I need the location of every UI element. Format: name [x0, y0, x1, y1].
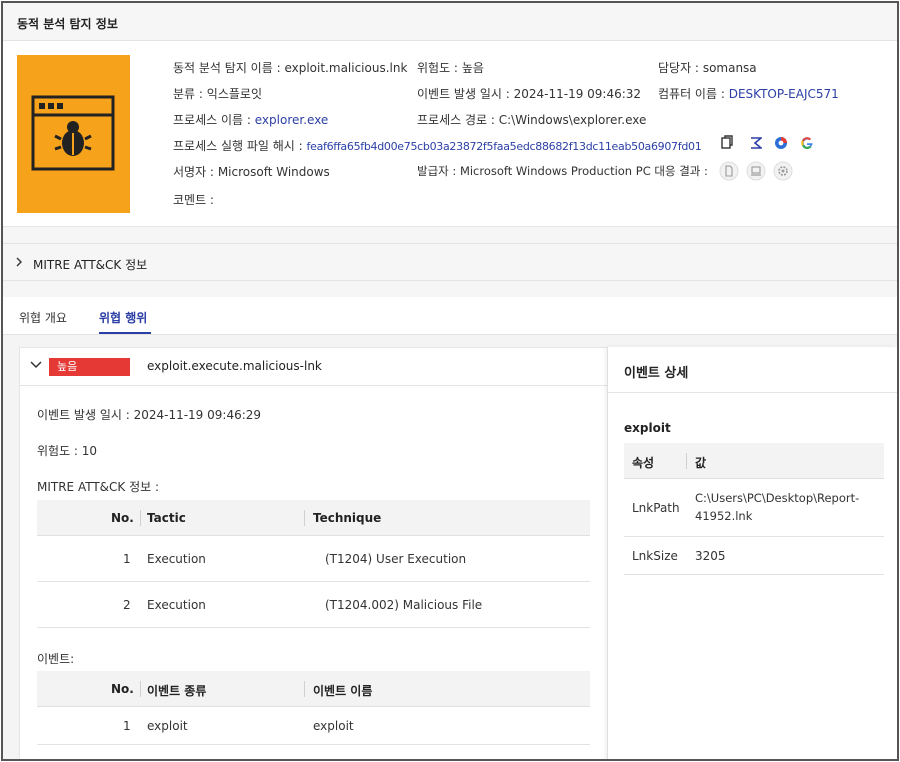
mitre-section-toggle[interactable]: MITRE ATT&CK 정보	[3, 243, 897, 281]
table-row: LnkSize 3205	[624, 537, 884, 575]
gear-icon[interactable]	[773, 161, 793, 181]
bug-window-icon	[31, 95, 115, 171]
page-header: 동적 분석 탐지 정보	[3, 3, 897, 41]
event-time-row: 이벤트 발생 일시 : 2024-11-19 09:46:32	[417, 87, 642, 101]
process-path-value: C:\Windows\explorer.exe	[498, 113, 647, 127]
event-detail-section: exploit	[624, 421, 671, 435]
detection-detail-window: 동적 분석 탐지 정보 동적 분석 탐지 이름 : exploit.malici…	[1, 1, 899, 761]
owner-value: somansa	[702, 61, 757, 75]
detection-thumbnail	[17, 55, 130, 213]
risk-badge: 높음	[49, 358, 130, 376]
process-path-row: 프로세스 경로 : C:\Windows\explorer.exe	[417, 113, 647, 127]
chevron-right-icon	[16, 257, 22, 267]
table-row: LnkPath C:\Users\PC\Desktop\Report- 4195…	[624, 479, 884, 537]
events-table: No. 이벤트 종류 이벤트 이름 1 exploit exploit	[37, 671, 590, 751]
page-title: 동적 분석 탐지 정보	[17, 17, 118, 31]
result-label: 대응 결과 :	[654, 164, 708, 178]
google-icon[interactable]	[800, 136, 814, 150]
behavior-mitre-label: MITRE ATT&CK 정보 :	[37, 480, 160, 494]
table-row: 2 Execution (T1204.002) Malicious File	[37, 582, 590, 628]
comment-row: 코멘트 :	[173, 193, 214, 207]
table-row: 1 Execution (T1204) User Execution	[37, 536, 590, 582]
computer-row: 컴퓨터 이름 : DESKTOP-EAJC571	[658, 87, 839, 101]
risk-value: 높음	[461, 61, 484, 75]
tab-threat-overview[interactable]: 위협 개요	[19, 309, 67, 326]
behavior-panel: 높음 exploit.execute.malicious-lnk 이벤트 발생 …	[19, 347, 610, 759]
technique-link[interactable]: (T1204.002) Malicious File	[325, 598, 482, 612]
behavior-header[interactable]: 높음 exploit.execute.malicious-lnk	[20, 348, 610, 386]
file-icon[interactable]	[719, 161, 739, 181]
owner-row: 담당자 : somansa	[658, 61, 757, 75]
mitre-section-title: MITRE ATT&CK 정보	[33, 258, 148, 272]
event-detail-title: 이벤트 상세	[624, 366, 689, 381]
hash-row: 프로세스 실행 파일 해시 : feaf6ffa65fb4d00e75cb03a…	[173, 139, 702, 153]
detection-name-value: exploit.malicious.lnk	[284, 61, 408, 75]
tab-bar: 위협 개요 위협 행위	[3, 297, 897, 335]
active-tab-indicator	[99, 332, 151, 334]
issuer-value: Microsoft Windows Production PC	[459, 164, 651, 178]
table-header: 속성 값	[624, 443, 884, 479]
table-header: No. Tactic Technique	[37, 500, 590, 536]
category-value: 익스플로잇	[206, 87, 262, 101]
mitre-table: No. Tactic Technique 1 Execution (T1204)…	[37, 500, 590, 630]
detection-name-row: 동적 분석 탐지 이름 : exploit.malicious.lnk	[173, 61, 408, 75]
sigma-icon[interactable]	[750, 137, 762, 149]
signer-row: 서명자 : Microsoft Windows	[173, 165, 330, 179]
section-gap	[3, 281, 897, 297]
chevron-down-icon[interactable]	[30, 360, 42, 370]
behavior-name: exploit.execute.malicious-lnk	[147, 359, 322, 373]
event-detail-panel: 이벤트 상세 exploit 속성 값 LnkPath C:\Users\PC\…	[607, 347, 897, 759]
process-name-link[interactable]: explorer.exe	[255, 113, 329, 127]
behavior-risk-score: 위험도 : 10	[37, 444, 98, 458]
tab-threat-behavior[interactable]: 위협 행위	[99, 309, 147, 326]
virustotal-icon[interactable]	[774, 136, 788, 150]
event-detail-header: 이벤트 상세	[608, 347, 897, 393]
table-header: No. 이벤트 종류 이벤트 이름	[37, 671, 590, 707]
computer-link[interactable]: DESKTOP-EAJC571	[729, 87, 839, 101]
risk-row: 위험도 : 높음	[417, 61, 484, 75]
technique-link[interactable]: (T1204) User Execution	[325, 552, 466, 566]
event-time-value: 2024-11-19 09:46:32	[513, 87, 642, 101]
signer-value: Microsoft Windows	[217, 165, 330, 179]
table-row[interactable]: 1 exploit exploit	[37, 707, 590, 745]
hash-link[interactable]: feaf6ffa65fb4d00e75cb03a23872f5faa5edc88…	[307, 140, 702, 153]
laptop-icon[interactable]	[746, 161, 766, 181]
behavior-event-time: 이벤트 발생 일시 : 2024-11-19 09:46:29	[37, 408, 262, 422]
copy-icon[interactable]	[721, 135, 733, 149]
category-row: 분류 : 익스플로잇	[173, 87, 262, 101]
events-label: 이벤트:	[37, 652, 75, 666]
detection-info-card: 동적 분석 탐지 이름 : exploit.malicious.lnk 위험도 …	[3, 41, 897, 227]
section-gap	[3, 227, 897, 243]
issuer-row: 발급자 : Microsoft Windows Production PC 대응…	[417, 164, 708, 178]
process-name-row: 프로세스 이름 : explorer.exe	[173, 113, 329, 127]
